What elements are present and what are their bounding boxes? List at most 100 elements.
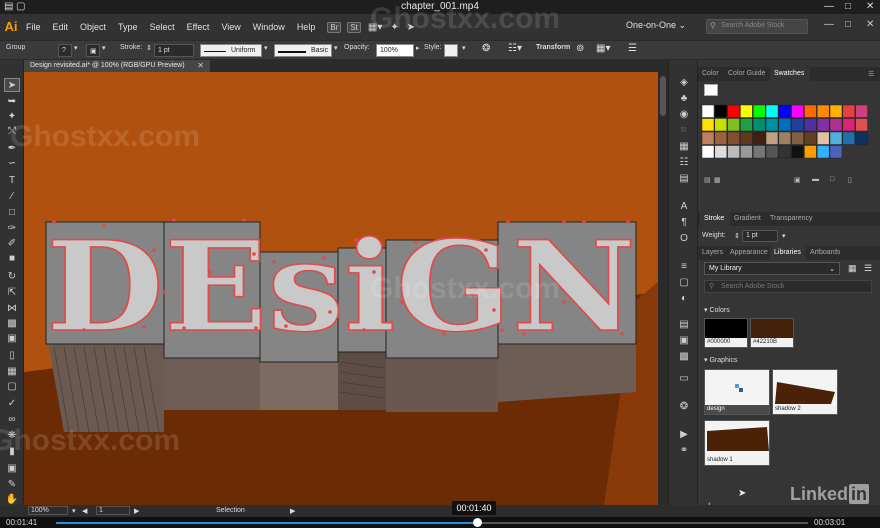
- app-close-icon[interactable]: ✕: [866, 19, 874, 30]
- swatch-grid[interactable]: [701, 104, 869, 174]
- variable-width-profile[interactable]: Uniform: [200, 44, 262, 57]
- tab-layers[interactable]: Layers: [702, 249, 723, 256]
- weight-field[interactable]: 1 pt: [742, 230, 778, 242]
- tab-artboards[interactable]: Artboards: [810, 249, 840, 256]
- eyedropper-tool-icon[interactable]: ✓: [4, 397, 20, 411]
- character-panel-icon[interactable]: A: [676, 200, 692, 214]
- align-options-icon[interactable]: ☷▾: [508, 43, 522, 54]
- scrub-handle[interactable]: [473, 518, 483, 527]
- gpu-performance-icon[interactable]: ✦: [390, 22, 398, 33]
- new-swatch-icon[interactable]: □: [830, 176, 834, 183]
- graphic-style-swatch[interactable]: [444, 44, 458, 57]
- brush-definition[interactable]: Basic: [274, 44, 332, 57]
- select-similar-icon[interactable]: ▦▾: [596, 43, 610, 54]
- libraries-panel-icon[interactable]: ▭: [676, 372, 692, 386]
- stock-button[interactable]: St: [347, 21, 361, 33]
- symbol-sprayer-tool-icon[interactable]: ❋: [4, 429, 20, 443]
- stroke-swatch[interactable]: ▣: [86, 44, 100, 57]
- weight-stepper-icon[interactable]: ⇕: [734, 232, 740, 240]
- symbols-panel-icon[interactable]: ◾: [676, 124, 692, 138]
- tab-color[interactable]: Color: [702, 70, 719, 77]
- bridge-button[interactable]: Br: [327, 21, 342, 33]
- colors-section-header[interactable]: ▾ Colors: [704, 306, 730, 314]
- rotate-tool-icon[interactable]: ↻: [4, 270, 20, 284]
- library-color-swatch[interactable]: #000000: [704, 318, 748, 348]
- mesh-tool-icon[interactable]: ▦: [4, 365, 20, 379]
- brush-dropdown-icon[interactable]: ▾: [334, 44, 338, 52]
- workspace-switcher[interactable]: One-on-One ⌄: [626, 20, 686, 31]
- scale-tool-icon[interactable]: ⇱: [4, 286, 20, 300]
- library-graphic-design[interactable]: design: [704, 369, 770, 415]
- brushes-panel-icon[interactable]: ◉: [676, 108, 692, 122]
- slice-tool-icon[interactable]: ✎: [4, 478, 20, 492]
- shape-builder-tool-icon[interactable]: ▣: [4, 332, 20, 346]
- control-panel-menu-icon[interactable]: ☰: [628, 43, 637, 54]
- column-graph-tool-icon[interactable]: ▮: [4, 445, 20, 459]
- free-transform-tool-icon[interactable]: ▩: [4, 317, 20, 331]
- gradient-tool-icon[interactable]: ▢: [4, 380, 20, 394]
- menu-help[interactable]: Help: [291, 22, 322, 32]
- close-icon[interactable]: ✕: [866, 1, 874, 12]
- app-maximize-icon[interactable]: □: [845, 19, 851, 30]
- tab-appearance[interactable]: Appearance: [730, 249, 768, 256]
- transform-button[interactable]: Transform: [536, 44, 570, 51]
- fill-dropdown-icon[interactable]: ▾: [74, 44, 78, 52]
- minimize-icon[interactable]: —: [824, 1, 834, 12]
- menu-file[interactable]: File: [20, 22, 47, 32]
- graphics-section-header[interactable]: ▾ Graphics: [704, 356, 737, 364]
- recolor-artwork-icon[interactable]: ❂: [482, 43, 490, 54]
- style-dropdown-icon[interactable]: ▾: [462, 44, 466, 52]
- stroke-dropdown-icon[interactable]: ▾: [102, 44, 106, 52]
- close-document-icon[interactable]: ✕: [197, 61, 204, 70]
- pathfinder-panel-icon[interactable]: ▣: [676, 334, 692, 348]
- zoom-dropdown-icon[interactable]: ▾: [72, 507, 76, 515]
- direct-selection-tool-icon[interactable]: ➥: [4, 95, 20, 109]
- perspective-grid-tool-icon[interactable]: ▯: [4, 349, 20, 363]
- library-color-swatch[interactable]: #42210B: [750, 318, 794, 348]
- graphic-styles-panel-icon[interactable]: ▦: [676, 140, 692, 154]
- paragraph-panel-icon[interactable]: ¶: [676, 216, 692, 230]
- menu-object[interactable]: Object: [74, 22, 112, 32]
- maximize-icon[interactable]: □: [845, 1, 851, 12]
- delete-swatch-icon[interactable]: ▯: [848, 176, 852, 184]
- video-scrubber[interactable]: 00:01:41 00:03:01: [0, 517, 880, 528]
- library-menu-icon[interactable]: ▤: [704, 176, 711, 184]
- list-view-icon[interactable]: ☰: [864, 263, 872, 274]
- document-tab[interactable]: Design revisited.ai* @ 100% (RGB/GPU Pre…: [24, 60, 210, 72]
- menu-effect[interactable]: Effect: [181, 22, 216, 32]
- links-panel-icon[interactable]: ⚭: [676, 444, 692, 458]
- app-minimize-icon[interactable]: —: [824, 19, 834, 30]
- tab-stroke[interactable]: Stroke: [704, 215, 724, 222]
- tab-swatches[interactable]: Swatches: [774, 70, 804, 77]
- grid-view-icon[interactable]: ▦: [848, 263, 857, 274]
- stroke-stepper-icon[interactable]: ⇕: [146, 44, 152, 52]
- transform-panel-icon[interactable]: ▩: [676, 350, 692, 364]
- menu-select[interactable]: Select: [144, 22, 181, 32]
- show-kinds-icon[interactable]: ▦: [714, 176, 721, 184]
- curvature-tool-icon[interactable]: ∽: [4, 157, 20, 171]
- opacity-dropdown-icon[interactable]: ▸: [416, 44, 420, 52]
- eraser-tool-icon[interactable]: ■: [4, 252, 20, 266]
- navigator-panel-icon[interactable]: ❂: [676, 400, 692, 414]
- layers-panel-icon[interactable]: ▤: [676, 172, 692, 186]
- tab-color-guide[interactable]: Color Guide: [728, 70, 765, 77]
- status-menu-icon[interactable]: ▶: [290, 507, 295, 515]
- actions-panel-icon[interactable]: ▶: [676, 428, 692, 442]
- tab-gradient[interactable]: Gradient: [734, 215, 761, 222]
- canvas-vertical-scrollbar[interactable]: [658, 72, 668, 505]
- zoom-field[interactable]: 100%: [28, 506, 68, 515]
- appearance-panel-icon[interactable]: ☷: [676, 156, 692, 170]
- scrollbar-thumb[interactable]: [660, 76, 666, 116]
- line-tool-icon[interactable]: ⁄: [4, 190, 20, 204]
- menu-type[interactable]: Type: [112, 22, 144, 32]
- library-search-input[interactable]: ⚲ Search Adobe Stock: [704, 280, 872, 293]
- menu-window[interactable]: Window: [247, 22, 291, 32]
- library-graphic-shadow-2[interactable]: shadow 2: [772, 369, 838, 415]
- opacity-field[interactable]: 100%: [376, 44, 414, 57]
- profile-dropdown-icon[interactable]: ▾: [264, 44, 268, 52]
- arrange-documents-icon[interactable]: ▦▾: [368, 22, 382, 33]
- magic-wand-tool-icon[interactable]: ✦: [4, 110, 20, 124]
- pen-tool-icon[interactable]: ✒: [4, 142, 20, 156]
- fill-swatch[interactable]: ?: [58, 44, 72, 57]
- shaper-tool-icon[interactable]: ✐: [4, 237, 20, 251]
